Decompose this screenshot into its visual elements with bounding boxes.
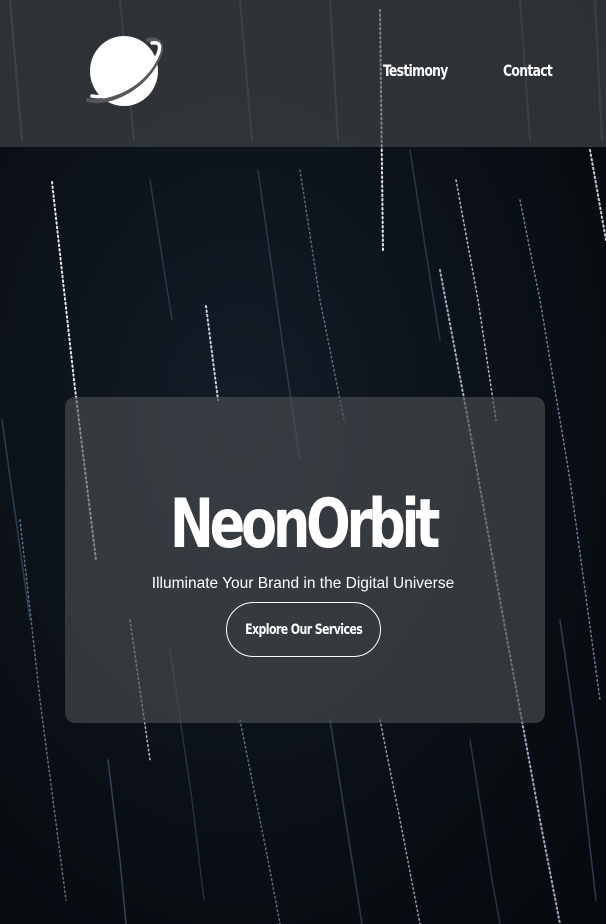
planet-logo-icon[interactable] xyxy=(86,34,166,108)
nav-link-contact[interactable]: Contact xyxy=(503,61,553,80)
nav-link-testimony[interactable]: Testimony xyxy=(383,61,448,80)
explore-services-label: Explore Our Services xyxy=(245,621,363,638)
site-header: Testimony Contact xyxy=(0,0,606,147)
page: Testimony Contact NeonOrbit Illuminate Y… xyxy=(0,0,606,924)
explore-services-button[interactable]: Explore Our Services xyxy=(226,602,381,657)
hero-subtitle: Illuminate Your Brand in the Digital Uni… xyxy=(151,575,455,592)
hero-title: NeonOrbit xyxy=(169,485,440,564)
